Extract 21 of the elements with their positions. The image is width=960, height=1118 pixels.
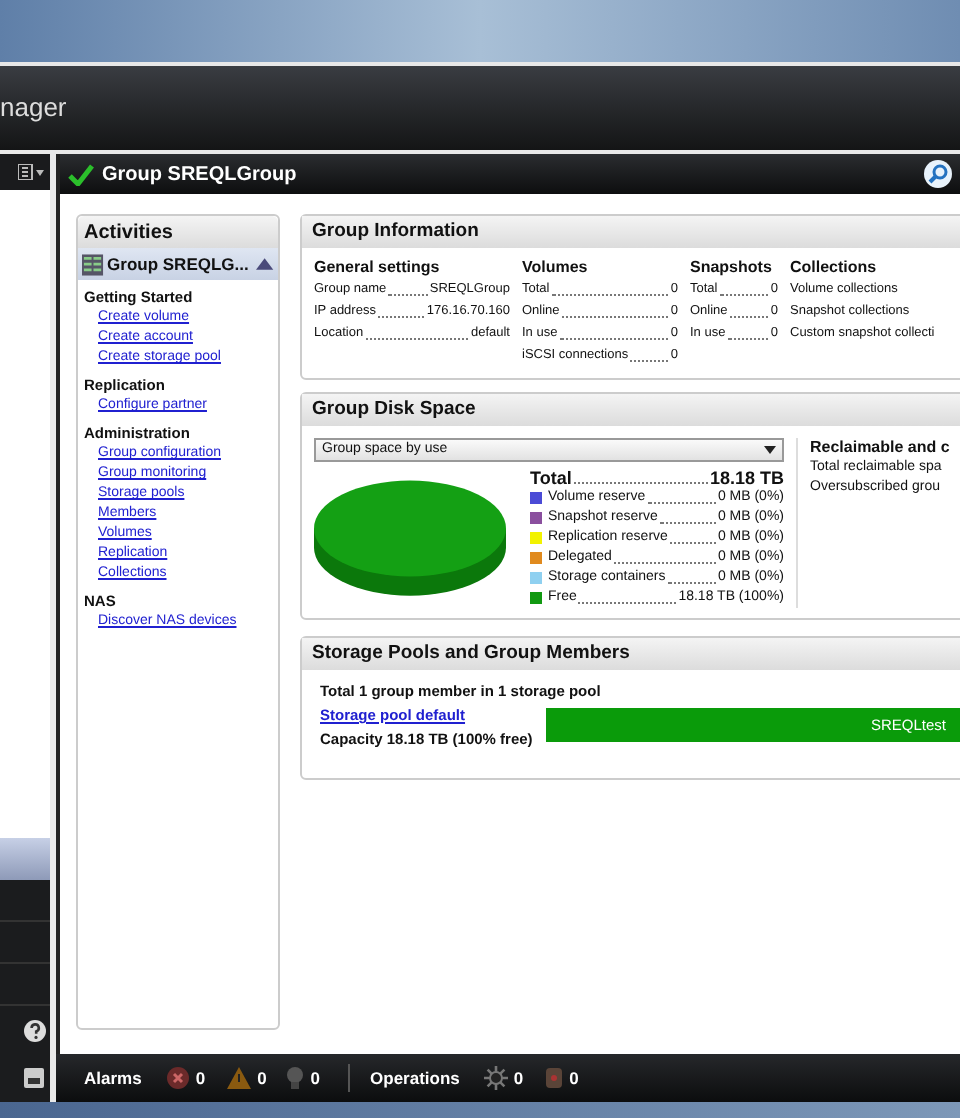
operation-count: 0 — [513, 1065, 524, 1091]
field-value: 18.18 TB — [709, 468, 784, 488]
alarm-count: 0 — [257, 1065, 267, 1091]
group-selector[interactable]: Group SREQLG... — [78, 248, 278, 280]
app-title: nager — [0, 90, 67, 127]
column-heading: Volumes — [522, 258, 588, 278]
card-title: Storage Pools and Group Members — [312, 639, 630, 668]
panel-title: Group SREQLGroup — [102, 161, 297, 189]
field-label: Total — [530, 468, 572, 488]
card-title: Group Information — [312, 217, 479, 246]
alarm-count: 0 — [195, 1065, 206, 1091]
activities-title: Activities — [84, 219, 173, 247]
alarm-count: 0 — [310, 1065, 321, 1091]
column-heading: Snapshots — [690, 258, 772, 278]
card-title: Group Disk Space — [312, 395, 476, 424]
operations-label: Operations — [370, 1065, 460, 1091]
column-heading: Collections — [790, 258, 877, 278]
column-heading: General settings — [314, 258, 440, 278]
reclaimable-heading: Reclaimable and c — [810, 438, 950, 458]
operation-count: 0 — [569, 1065, 579, 1091]
alarms-label: Alarms — [84, 1065, 142, 1091]
